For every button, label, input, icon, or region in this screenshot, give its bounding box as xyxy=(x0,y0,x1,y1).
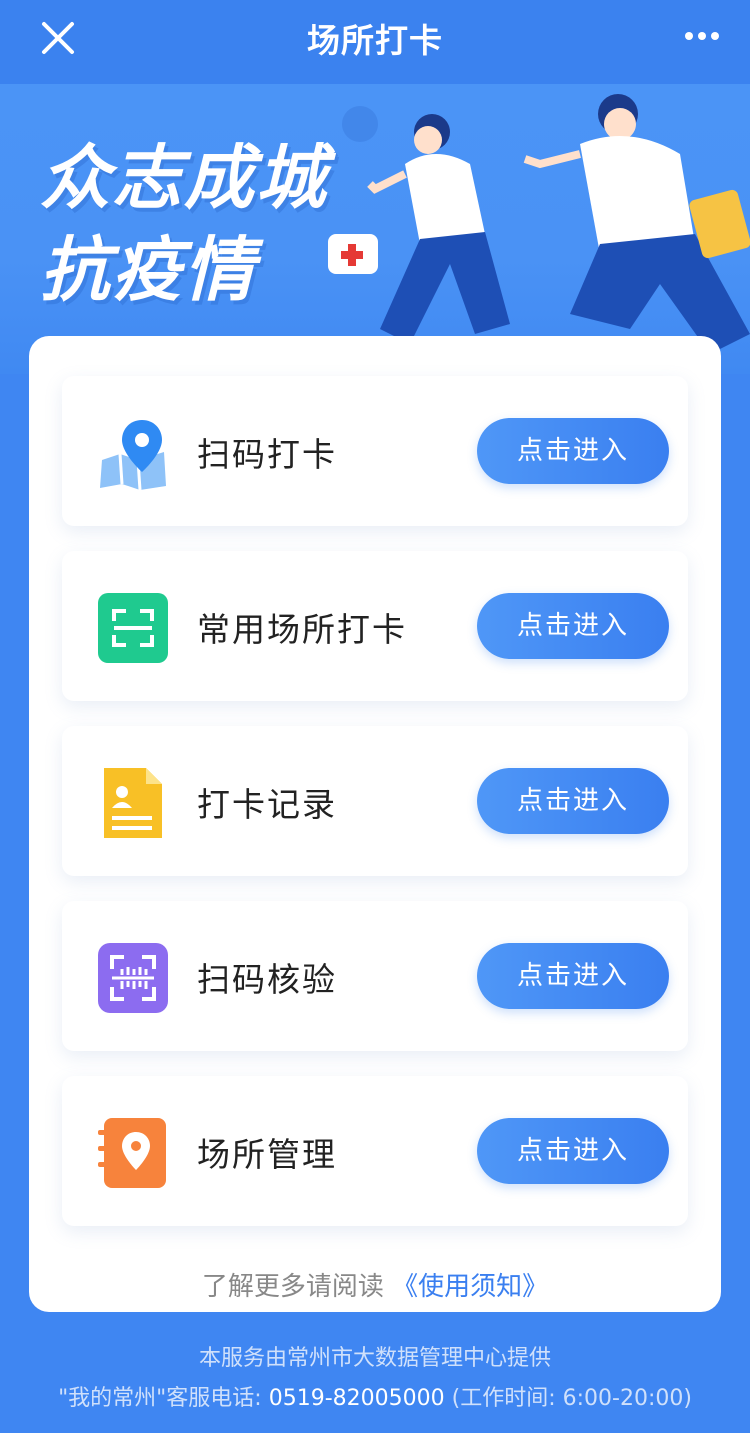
list-item-scan-checkin: 扫码打卡 点击进入 xyxy=(62,376,688,526)
banner-line-1: 众志成城 xyxy=(40,137,328,219)
list-item-frequent-venue: 常用场所打卡 点击进入 xyxy=(62,551,688,701)
enter-button[interactable]: 点击进入 xyxy=(477,1118,669,1184)
map-pin-icon xyxy=(100,420,166,490)
item-label: 常用场所打卡 xyxy=(197,610,407,649)
service-card: 扫码打卡 点击进入 常用场所打卡 点击进入 打卡记录 点击进入 扫码核验 点击进… xyxy=(29,336,721,1312)
page-title: 场所打卡 xyxy=(307,21,443,60)
provider-text: 本服务由常州市大数据管理中心提供 xyxy=(198,1346,551,1371)
item-label: 扫码核验 xyxy=(197,960,337,999)
list-item-venue-management: 场所管理 点击进入 xyxy=(62,1076,688,1226)
banner-headline: 众志成城 抗疫情 xyxy=(40,132,328,316)
location-book-icon xyxy=(98,1118,166,1188)
usage-terms-link[interactable]: 《使用须知》 xyxy=(392,1272,548,1302)
more-icon[interactable] xyxy=(684,30,720,42)
item-label: 打卡记录 xyxy=(197,785,337,824)
banner-line-2: 抗疫情 xyxy=(40,229,256,311)
list-item-scan-verify: 扫码核验 点击进入 xyxy=(62,901,688,1051)
qr-verify-icon xyxy=(98,943,168,1013)
hotline-phone[interactable]: 0519-82005000 xyxy=(269,1386,445,1411)
nav-bar: 场所打卡 xyxy=(0,0,750,84)
usage-notice: 了解更多请阅读 《使用须知》 xyxy=(29,1266,721,1303)
enter-button[interactable]: 点击进入 xyxy=(477,768,669,834)
hotline-prefix: "我的常州"客服电话: xyxy=(58,1386,269,1411)
item-label: 扫码打卡 xyxy=(197,435,337,474)
medical-staff-illustration xyxy=(328,94,750,358)
enter-button[interactable]: 点击进入 xyxy=(477,593,669,659)
banner: 众志成城 抗疫情 xyxy=(0,84,750,374)
hotline-hours: (工作时间: 6:00-20:00) xyxy=(444,1386,692,1411)
enter-button[interactable]: 点击进入 xyxy=(477,418,669,484)
item-label: 场所管理 xyxy=(197,1135,337,1174)
hotline-text: "我的常州"客服电话: 0519-82005000 (工作时间: 6:00-20… xyxy=(0,1380,750,1412)
scan-frame-icon xyxy=(98,593,168,663)
list-item-checkin-records: 打卡记录 点击进入 xyxy=(62,726,688,876)
notice-text: 了解更多请阅读 xyxy=(201,1272,384,1302)
enter-button[interactable]: 点击进入 xyxy=(477,943,669,1009)
document-icon xyxy=(104,768,162,838)
